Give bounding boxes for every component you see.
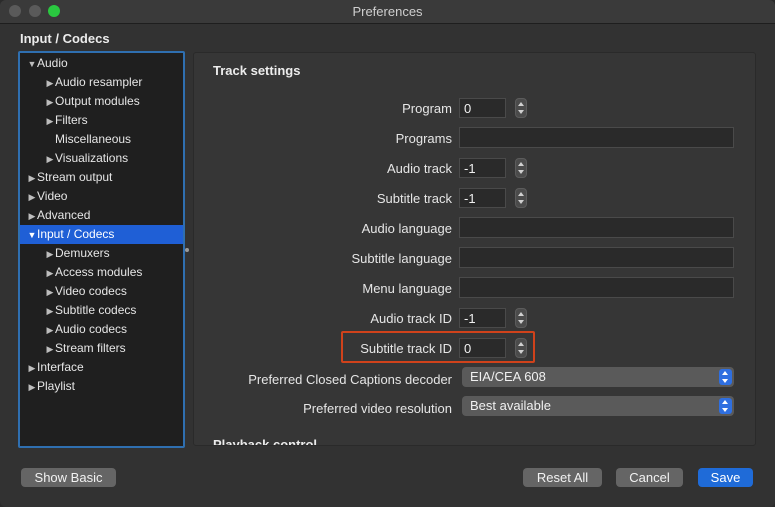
show-basic-button[interactable]: Show Basic [21,468,116,487]
audio-language-input[interactable] [459,217,734,238]
cc-decoder-label: Preferred Closed Captions decoder [248,372,452,387]
program-input[interactable]: 0 [459,98,506,118]
expand-arrow-icon[interactable]: ▶ [45,112,55,131]
tree-item-visualizations[interactable]: ▶ Visualizations [20,149,183,169]
subtitle-language-label: Subtitle language [351,251,452,266]
title-bar: Preferences [0,0,775,24]
expand-arrow-icon[interactable]: ▶ [45,245,55,264]
tree-item-label: Video [37,189,68,203]
tree-item-label: Advanced [37,208,91,222]
tree-item-label: Interface [37,360,84,374]
tree-item-label: Subtitle codecs [55,303,137,317]
tree-item-miscellaneous[interactable]: Miscellaneous [20,130,183,149]
save-button[interactable]: Save [698,468,753,487]
subtitle-track-input[interactable]: -1 [459,188,506,208]
tree-item-output-modules[interactable]: ▶ Output modules [20,92,183,112]
subtitle-language-input[interactable] [459,247,734,268]
tree-item-access-modules[interactable]: ▶ Access modules [20,263,183,283]
audio-track-id-label: Audio track ID [370,311,452,326]
tree-item-stream-filters[interactable]: ▶ Stream filters [20,339,183,359]
cc-decoder-select[interactable]: EIA/CEA 608 [462,367,734,387]
tree-item-advanced[interactable]: ▶ Advanced [20,206,183,226]
audio-language-label: Audio language [361,221,452,236]
audio-track-id-input[interactable]: -1 [459,308,506,328]
tree-item-label: Visualizations [55,151,129,165]
expand-arrow-icon[interactable]: ▶ [45,264,55,283]
track-settings-heading: Track settings [213,63,301,78]
tree-item-interface[interactable]: ▶ Interface [20,358,183,378]
expand-arrow-icon[interactable]: ▶ [27,169,37,188]
cc-decoder-value: EIA/CEA 608 [470,369,546,384]
expand-arrow-icon[interactable]: ▶ [27,378,37,397]
tree-item-label: Filters [55,113,88,127]
collapse-arrow-icon[interactable]: ▼ [27,226,37,245]
tree-item-label: Playlist [37,379,76,393]
menu-language-input[interactable] [459,277,734,298]
expand-arrow-icon[interactable]: ▶ [27,359,37,378]
tree-item-filters[interactable]: ▶ Filters [20,111,183,131]
tree-item-audio-resampler[interactable]: ▶ Audio resampler [20,73,183,93]
tree-item-video[interactable]: ▶ Video [20,187,183,207]
expand-arrow-icon[interactable]: ▶ [45,150,55,169]
tree-item-label: Video codecs [55,284,127,298]
tree-item-label: Stream filters [55,341,126,355]
preferences-tree[interactable]: ▼Audio ▶ Audio resampler ▶ Output modules … [18,51,185,448]
expand-arrow-icon[interactable]: ▶ [45,74,55,93]
reset-all-button[interactable]: Reset All [523,468,602,487]
menu-language-label: Menu language [362,281,452,296]
subtitle-track-label: Subtitle track [376,191,452,206]
tree-item-stream-output[interactable]: ▶ Stream output [20,168,183,188]
page-title: Input / Codecs [20,31,110,46]
audio-track-id-stepper[interactable] [515,308,527,328]
tree-item-label: Input / Codecs [37,227,115,241]
tree-item-label: Stream output [37,170,113,184]
audio-track-label: Audio track [386,161,452,176]
tree-item-label: Demuxers [55,246,110,260]
audio-track-stepper[interactable] [515,158,527,178]
expand-arrow-icon[interactable]: ▶ [27,188,37,207]
cancel-button[interactable]: Cancel [616,468,683,487]
expand-arrow-icon[interactable]: ▶ [27,207,37,226]
tree-item-label: Audio resampler [55,75,143,89]
program-stepper[interactable] [515,98,527,118]
tree-item-audio[interactable]: ▼Audio [20,54,183,74]
tree-item-video-codecs[interactable]: ▶ Video codecs [20,282,183,302]
programs-label: Programs [395,131,452,146]
programs-input[interactable] [459,127,734,148]
tree-item-demuxers[interactable]: ▶ Demuxers [20,244,183,264]
expand-arrow-icon[interactable]: ▶ [45,340,55,359]
dropdown-arrows-icon [719,398,732,414]
video-resolution-value: Best available [470,398,551,413]
tree-item-subtitle-codecs[interactable]: ▶ Subtitle codecs [20,301,183,321]
dropdown-arrows-icon [719,369,732,385]
tree-item-label: Access modules [55,265,143,279]
tree-item-label: Audio codecs [55,322,128,336]
subtitle-track-id-input[interactable]: 0 [459,338,506,358]
settings-panel: Track settings Program 0 Programs Audio … [193,52,756,446]
tree-item-audio-codecs[interactable]: ▶ Audio codecs [20,320,183,340]
splitter-handle[interactable] [185,248,189,252]
subtitle-track-stepper[interactable] [515,188,527,208]
program-label: Program [402,101,452,116]
tree-item-label: Output modules [55,94,140,108]
expand-arrow-icon[interactable]: ▶ [45,321,55,340]
expand-arrow-icon[interactable]: ▶ [45,93,55,112]
expand-arrow-icon[interactable]: ▼ [27,55,37,74]
tree-item-label: Miscellaneous [55,132,132,146]
preferences-window: Preferences Input / Codecs ▼Audio ▶ Audio… [0,0,775,507]
tree-item-playlist[interactable]: ▶ Playlist [20,377,183,397]
playback-control-heading: Playback control [213,437,318,446]
tree-item-input-codecs[interactable]: ▼Input / Codecs [20,225,183,245]
video-resolution-label: Preferred video resolution [303,401,452,416]
subtitle-track-id-stepper[interactable] [515,338,527,358]
tree-item-label: Audio [37,56,68,70]
expand-arrow-icon[interactable]: ▶ [45,283,55,302]
audio-track-input[interactable]: -1 [459,158,506,178]
video-resolution-select[interactable]: Best available [462,396,734,416]
subtitle-track-id-label: Subtitle track ID [360,341,452,356]
expand-arrow-icon[interactable]: ▶ [45,302,55,321]
window-title: Preferences [352,4,423,19]
